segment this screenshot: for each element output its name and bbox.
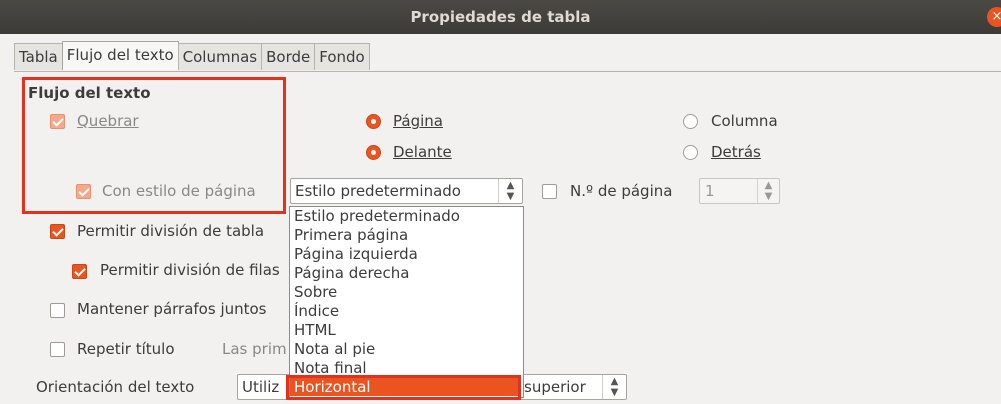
permitir-filas-checkbox[interactable] (72, 264, 87, 279)
columna-radio[interactable] (683, 114, 698, 129)
page-style-dropdown-list: Estilo predeterminado Primera página Pág… (289, 206, 524, 398)
repetir-checkbox[interactable] (50, 342, 65, 357)
orientacion-label: Orientación del texto (36, 378, 195, 396)
detras-radio[interactable] (683, 145, 698, 160)
num-pagina-label: N.º de página (570, 182, 673, 200)
page-style-combobox[interactable]: Estilo predeterminado ▲ ▼ (290, 178, 523, 204)
repetir-label: Repetir título (77, 340, 175, 358)
detras-radio-label: Detrás (711, 143, 761, 161)
dropdown-item[interactable]: Sobre (294, 283, 337, 301)
permitir-tabla-checkbox[interactable] (50, 224, 65, 239)
dropdown-item[interactable]: HTML (294, 321, 336, 339)
num-pagina-checkbox[interactable] (542, 184, 557, 199)
num-pagina-value: 1 (705, 182, 715, 200)
delante-radio-label: Delante (393, 143, 452, 161)
repetir-secondary-label: Las prim (222, 340, 287, 358)
page-style-value: Estilo predeterminado (295, 182, 461, 200)
pagina-radio[interactable] (366, 114, 381, 129)
tab-fondo[interactable]: Fondo (314, 43, 370, 70)
pagina-radio-label: Página (393, 112, 443, 130)
close-icon[interactable]: × (987, 7, 1001, 27)
permitir-tabla-label: Permitir división de tabla (77, 222, 265, 240)
num-pagina-spinner[interactable]: 1 ▲ ▼ (699, 178, 780, 204)
orientacion-value-right: superior (524, 378, 586, 396)
dropdown-item[interactable]: Índice (294, 302, 339, 320)
mantener-checkbox[interactable] (50, 303, 65, 318)
dropdown-item[interactable]: Estilo predeterminado (294, 207, 460, 225)
tab-columnas[interactable]: Columnas (177, 43, 263, 70)
dropdown-item[interactable]: Página izquierda (294, 245, 418, 263)
tab-flujo-del-texto[interactable]: Flujo del texto (61, 41, 179, 70)
tab-bar: Tabla Flujo del texto Columnas Borde Fon… (14, 41, 370, 71)
selected-item-highlight-box (286, 375, 521, 400)
highlight-box (22, 77, 286, 214)
dropdown-item[interactable]: Página derecha (294, 264, 409, 282)
delante-radio[interactable] (366, 145, 381, 160)
dropdown-item[interactable]: Nota al pie (294, 340, 375, 358)
mantener-label: Mantener párrafos juntos (77, 300, 267, 318)
tab-tabla[interactable]: Tabla (14, 43, 63, 70)
columna-radio-label: Columna (711, 112, 778, 130)
title-bar: Propiedades de tabla × (0, 0, 1001, 34)
spinner-arrows-icon: ▲ ▼ (757, 179, 779, 203)
window-title: Propiedades de tabla (410, 8, 591, 26)
spin-arrows-icon: ▲ ▼ (498, 179, 522, 203)
spin-arrows-icon: ▲ ▼ (602, 375, 626, 399)
orientacion-value-left: Utiliz (242, 378, 280, 396)
tab-borde[interactable]: Borde (261, 43, 316, 70)
permitir-filas-label: Permitir división de filas (100, 261, 280, 279)
dropdown-item[interactable]: Primera página (294, 226, 408, 244)
